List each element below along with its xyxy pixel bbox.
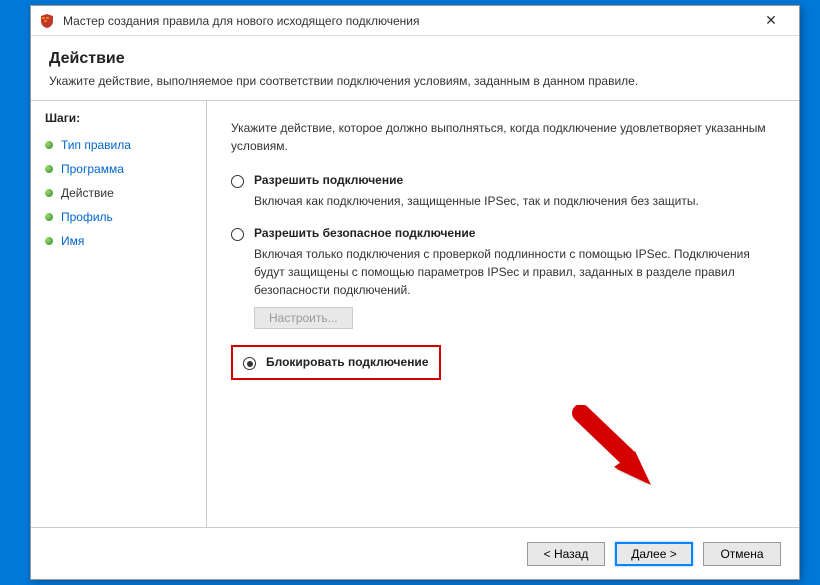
- titlebar: Мастер создания правила для нового исход…: [31, 6, 799, 36]
- option-allow-secure-row[interactable]: Разрешить безопасное подключение: [231, 226, 775, 241]
- option-block-row[interactable]: Блокировать подключение: [243, 355, 429, 370]
- step-bullet-icon: [45, 213, 53, 221]
- step-program[interactable]: Программа: [45, 157, 206, 181]
- step-bullet-icon: [45, 189, 53, 197]
- annotation-arrow-icon: [569, 405, 659, 495]
- option-allow-secure: Разрешить безопасное подключение Включая…: [231, 226, 775, 329]
- firewall-icon: [39, 13, 55, 29]
- footer-buttons: < Назад Далее > Отмена: [31, 527, 799, 579]
- step-name[interactable]: Имя: [45, 229, 206, 253]
- close-button[interactable]: ✕: [751, 7, 791, 35]
- steps-sidebar: Шаги: Тип правила Программа Действие Про…: [31, 101, 206, 527]
- body: Шаги: Тип правила Программа Действие Про…: [31, 101, 799, 527]
- step-bullet-icon: [45, 141, 53, 149]
- window-title: Мастер создания правила для нового исход…: [63, 14, 751, 28]
- wizard-dialog: Мастер создания правила для нового исход…: [30, 5, 800, 580]
- cancel-button[interactable]: Отмена: [703, 542, 781, 566]
- option-allow-secure-desc: Включая только подключения с проверкой п…: [254, 245, 775, 299]
- radio-block[interactable]: [243, 357, 256, 370]
- back-button[interactable]: < Назад: [527, 542, 605, 566]
- option-allow-label: Разрешить подключение: [254, 173, 403, 187]
- option-allow: Разрешить подключение Включая как подклю…: [231, 173, 775, 210]
- step-action[interactable]: Действие: [45, 181, 206, 205]
- steps-title: Шаги:: [45, 111, 206, 125]
- next-button[interactable]: Далее >: [615, 542, 693, 566]
- option-allow-desc: Включая как подключения, защищенные IPSe…: [254, 192, 775, 210]
- radio-allow-secure[interactable]: [231, 228, 244, 241]
- step-label: Профиль: [61, 210, 113, 224]
- radio-allow[interactable]: [231, 175, 244, 188]
- option-allow-secure-label: Разрешить безопасное подключение: [254, 226, 475, 240]
- step-profile[interactable]: Профиль: [45, 205, 206, 229]
- page-header: Действие Укажите действие, выполняемое п…: [31, 36, 799, 101]
- highlighted-selection: Блокировать подключение: [231, 345, 441, 380]
- step-rule-type[interactable]: Тип правила: [45, 133, 206, 157]
- page-subtitle: Укажите действие, выполняемое при соотве…: [49, 74, 781, 88]
- customize-button: Настроить...: [254, 307, 353, 329]
- step-label: Тип правила: [61, 138, 131, 152]
- step-bullet-icon: [45, 165, 53, 173]
- step-label: Действие: [61, 186, 114, 200]
- content-intro: Укажите действие, которое должно выполня…: [231, 119, 775, 155]
- step-label: Имя: [61, 234, 84, 248]
- option-block-label: Блокировать подключение: [266, 355, 429, 369]
- option-allow-row[interactable]: Разрешить подключение: [231, 173, 775, 188]
- step-label: Программа: [61, 162, 124, 176]
- content-panel: Укажите действие, которое должно выполня…: [207, 101, 799, 527]
- page-title: Действие: [49, 50, 781, 68]
- step-bullet-icon: [45, 237, 53, 245]
